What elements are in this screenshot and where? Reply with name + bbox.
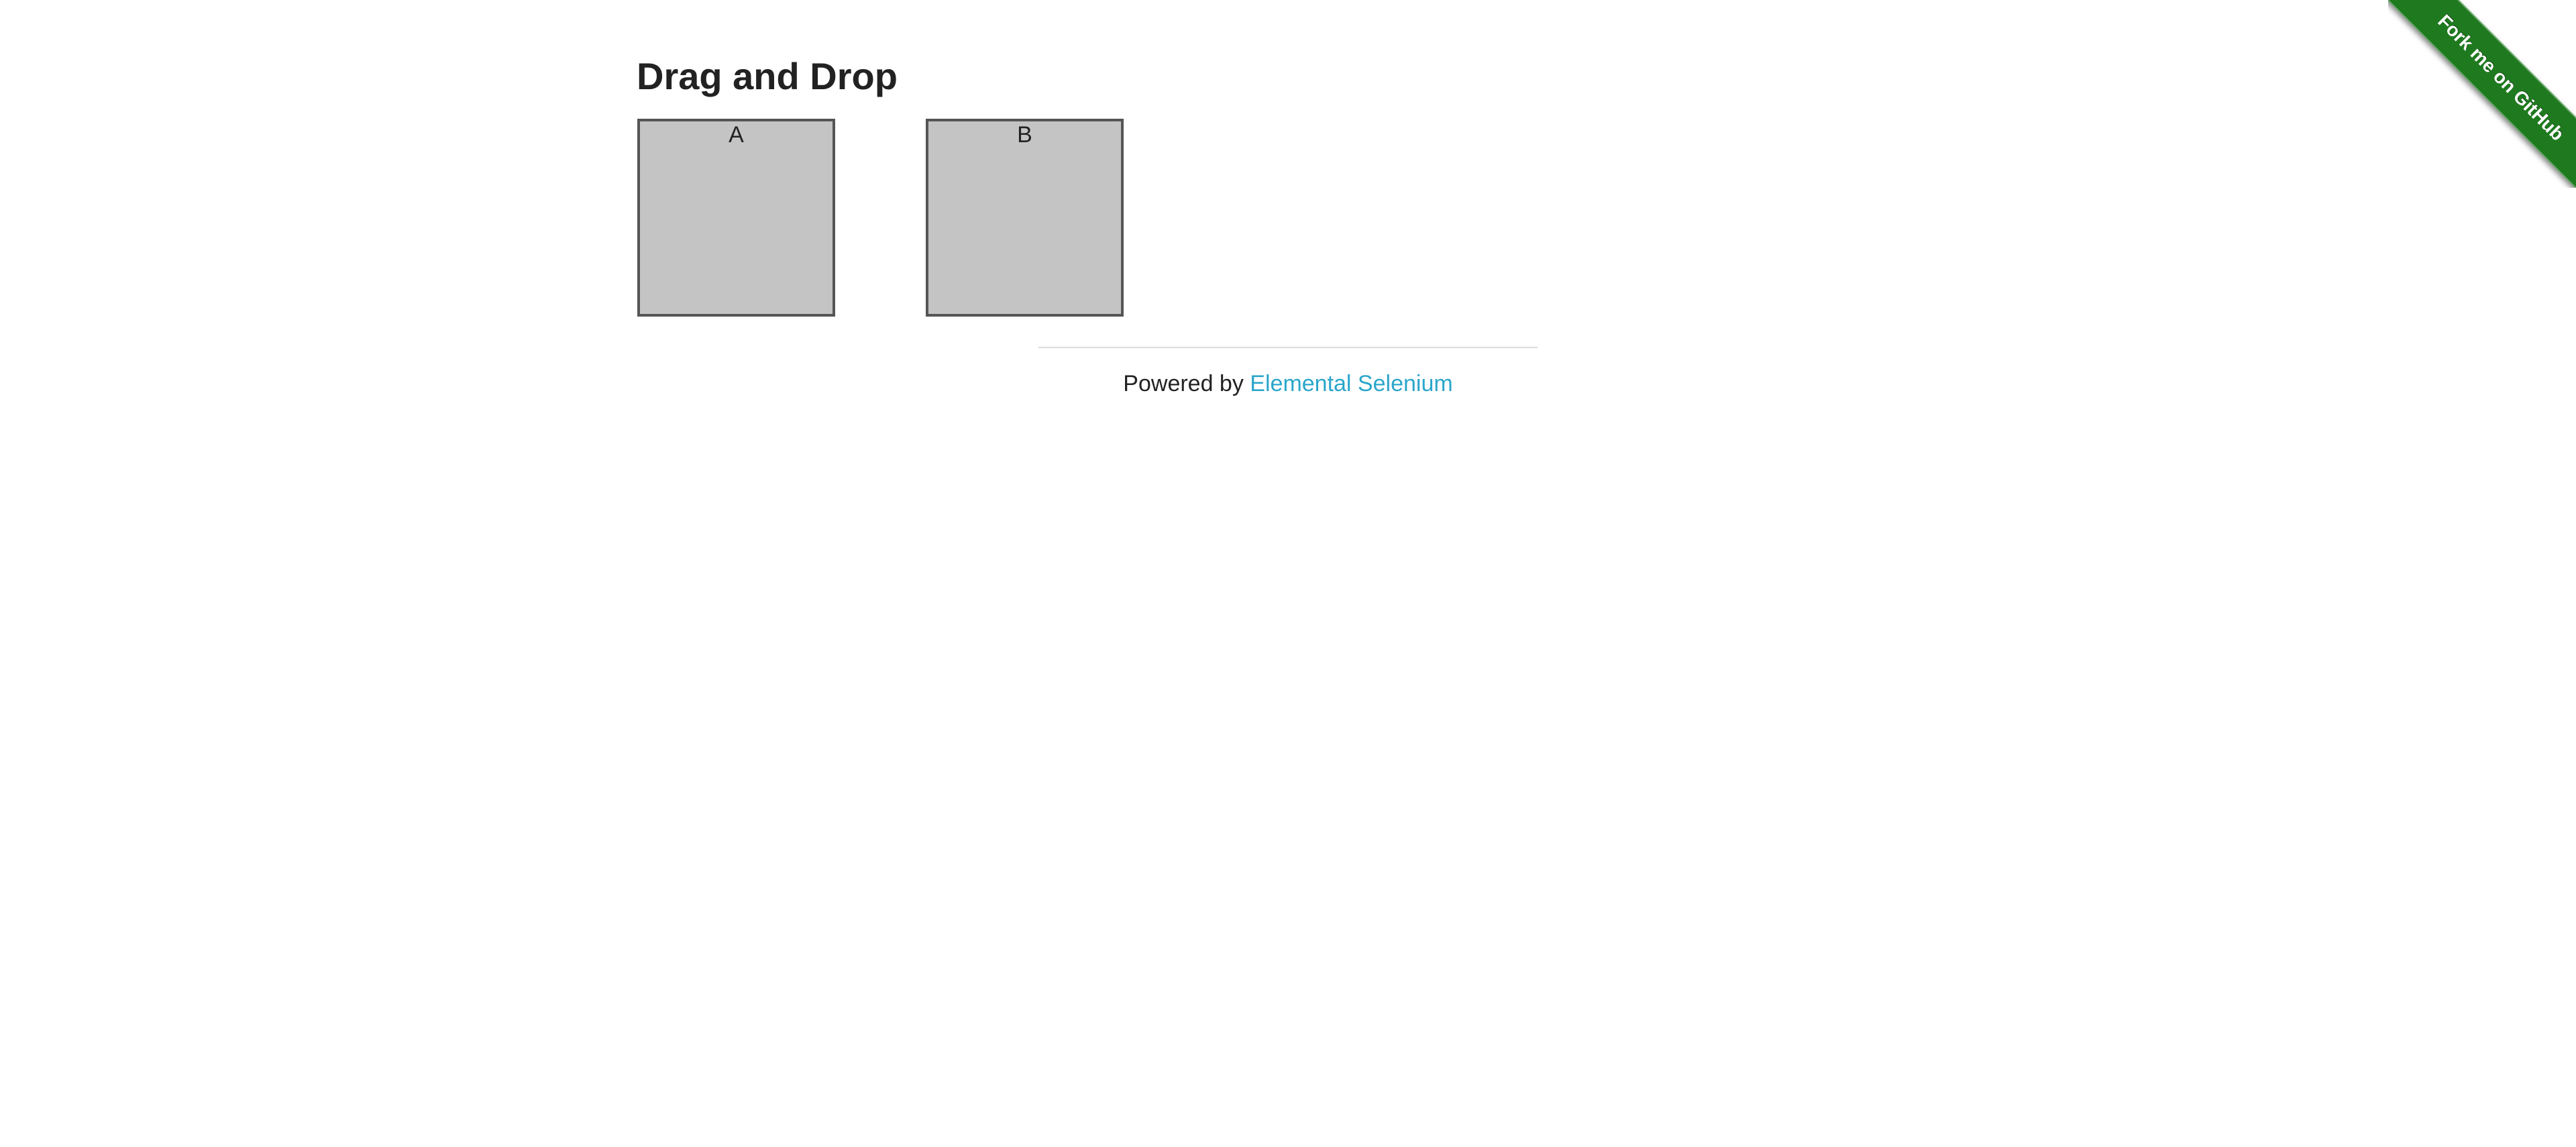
drag-box-b[interactable]: B xyxy=(926,119,1124,317)
elemental-selenium-link[interactable]: Elemental Selenium xyxy=(1250,371,1452,396)
footer-prefix: Powered by xyxy=(1123,371,1244,396)
drag-box-b-label: B xyxy=(1017,122,1032,148)
footer: Powered by Elemental Selenium xyxy=(1038,369,1538,398)
footer-divider xyxy=(1038,347,1538,348)
drag-box-a-label: A xyxy=(729,122,744,148)
page: Drag and Drop A B Powered by Elemental S… xyxy=(0,0,2576,1147)
drag-box-a[interactable]: A xyxy=(637,119,835,317)
github-ribbon-container: Fork me on GitHub xyxy=(2388,0,2576,188)
page-title: Drag and Drop xyxy=(637,55,898,97)
fork-me-on-github-ribbon[interactable]: Fork me on GitHub xyxy=(2388,0,2576,188)
